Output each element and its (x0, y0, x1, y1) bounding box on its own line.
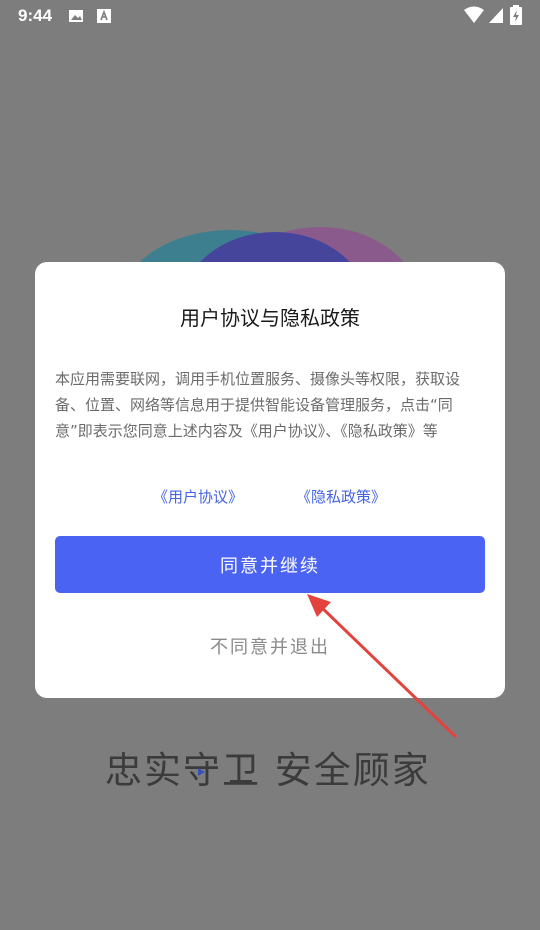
dialog-title: 用户协议与隐私政策 (180, 306, 360, 330)
status-bar: 9:44 (0, 0, 540, 32)
wifi-icon (464, 6, 484, 29)
signal-icon (488, 6, 504, 29)
privacy-dialog: 用户协议与隐私政策 本应用需要联网，调用手机位置服务、摄像头等权限，获取设备、位… (35, 262, 505, 698)
agree-continue-button[interactable]: 同意并继续 (55, 536, 485, 593)
image-icon (68, 8, 84, 29)
battery-charging-icon (510, 5, 522, 30)
disagree-exit-button[interactable]: 不同意并退出 (35, 632, 505, 660)
a-letter-icon (96, 8, 112, 29)
dialog-body-text: 本应用需要联网，调用手机位置服务、摄像头等权限，获取设备、位置、网络等信息用于提… (55, 370, 461, 440)
play-icon (198, 768, 205, 776)
privacy-policy-link[interactable]: 《隐私政策》 (296, 486, 386, 507)
policy-links: 《用户协议》 《隐私政策》 (35, 486, 505, 510)
slogan-divider (230, 780, 252, 782)
status-time: 9:44 (18, 6, 53, 25)
splash-slogan: 忠实守卫 安全顾家 (105, 749, 431, 792)
user-agreement-link[interactable]: 《用户协议》 (153, 486, 243, 507)
